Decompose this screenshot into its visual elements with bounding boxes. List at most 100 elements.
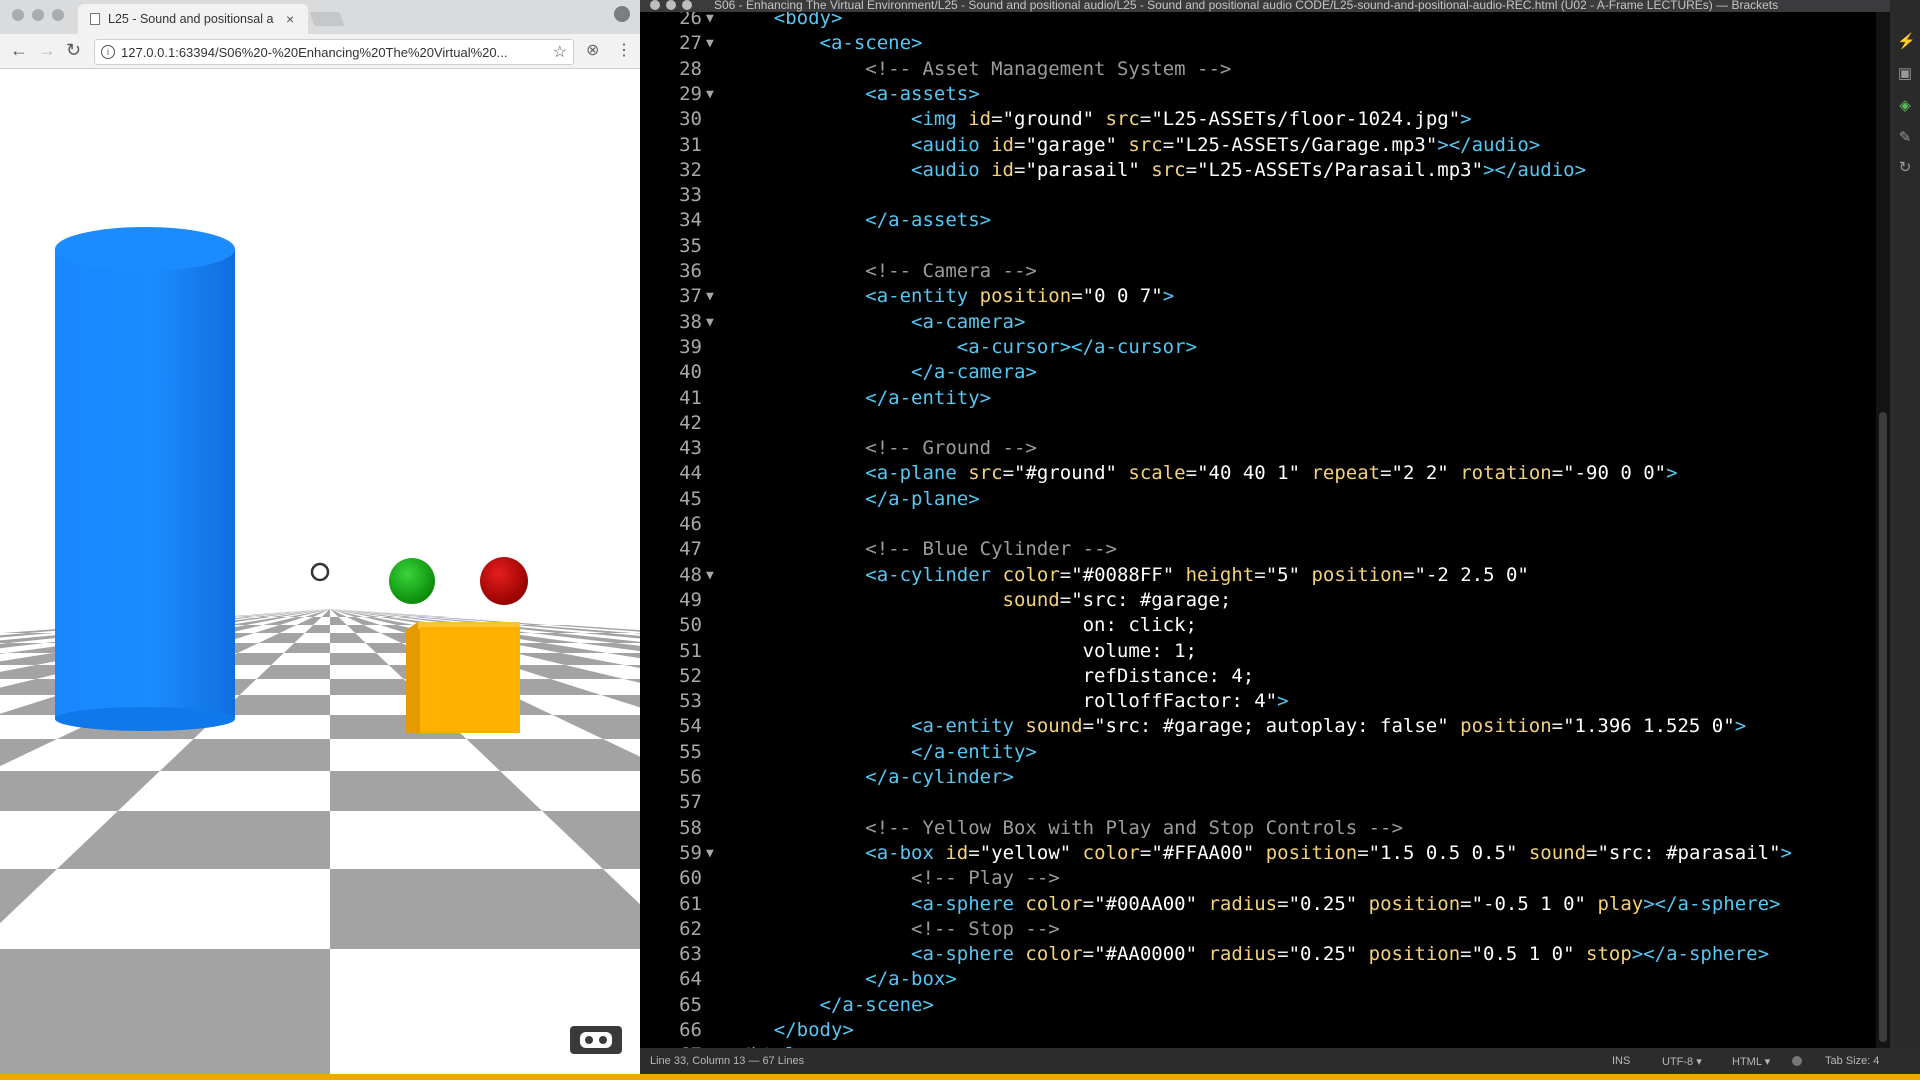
code-line[interactable]: 50 on: click; [640, 613, 1876, 638]
lint-status-icon[interactable] [1792, 1056, 1802, 1066]
code-line[interactable]: 62 <!-- Stop --> [640, 917, 1876, 942]
back-button[interactable]: ← [10, 40, 28, 61]
url-text[interactable]: 127.0.0.1:63394/S06%20-%20Enhancing%20Th… [121, 45, 551, 60]
close-window-button[interactable] [12, 9, 24, 21]
tab-close-icon[interactable]: × [286, 11, 294, 27]
code-line[interactable]: 63 <a-sphere color="#AA0000" radius="0.2… [640, 942, 1876, 967]
code-line[interactable]: 28 <!-- Asset Management System --> [640, 57, 1876, 82]
code-line[interactable]: 31 <audio id="garage" src="L25-ASSETs/Ga… [640, 133, 1876, 158]
address-bar[interactable]: i 127.0.0.1:63394/S06%20-%20Enhancing%20… [94, 39, 574, 65]
forward-button[interactable]: → [38, 40, 56, 61]
insert-mode[interactable]: INS [1612, 1055, 1630, 1067]
linter-icon[interactable]: ✎ [1897, 130, 1913, 146]
extension-manager-icon[interactable]: ▣ [1897, 66, 1913, 82]
code-line[interactable]: 37 ▼ <a-entity position="0 0 7"> [640, 284, 1876, 309]
code-line[interactable]: 52 refDistance: 4; [640, 664, 1876, 689]
aframe-scene-viewport[interactable] [0, 69, 640, 1080]
vr-goggles-icon[interactable] [570, 1026, 622, 1054]
code-line[interactable]: 42 [640, 411, 1876, 436]
code-line[interactable]: 55 </a-entity> [640, 740, 1876, 765]
play-sphere[interactable] [389, 558, 435, 604]
star-icon[interactable]: ☆ [553, 42, 567, 62]
blue-cylinder[interactable] [55, 227, 235, 731]
code-line[interactable]: 29 ▼ <a-assets> [640, 82, 1876, 107]
code-token: id [991, 158, 1014, 181]
code-line[interactable]: 54 <a-entity sound="src: #garage; autopl… [640, 714, 1876, 739]
code-line[interactable]: 35 [640, 234, 1876, 259]
code-line[interactable]: 65 </a-scene> [640, 993, 1876, 1018]
line-number: 66 [679, 1019, 702, 1041]
line-content: <a-entity sound="src: #garage; autoplay:… [728, 714, 1746, 739]
code-line[interactable]: 32 <audio id="parasail" src="L25-ASSETs/… [640, 158, 1876, 183]
code-line[interactable]: 39 <a-cursor></a-cursor> [640, 335, 1876, 360]
live-preview-icon[interactable]: ⚡ [1897, 34, 1916, 50]
code-line[interactable]: 66 </body> [640, 1018, 1876, 1043]
code-line[interactable]: 53 rolloffFactor: 4"> [640, 689, 1876, 714]
git-icon[interactable]: ◈ [1897, 98, 1913, 114]
fold-arrow-icon[interactable]: ▼ [706, 82, 714, 107]
editor-close-button[interactable] [650, 0, 660, 10]
profile-icon[interactable] [614, 6, 630, 22]
vertical-scrollbar[interactable] [1876, 12, 1890, 1048]
code-line[interactable]: 48 ▼ <a-cylinder color="#0088FF" height="… [640, 563, 1876, 588]
info-icon[interactable]: i [101, 45, 115, 59]
browser-tab[interactable]: L25 - Sound and positionsal a × [78, 4, 308, 34]
code-line[interactable]: 49 sound="src: #garage; [640, 588, 1876, 613]
line-content: </a-scene> [728, 993, 934, 1018]
fold-arrow-icon[interactable]: ▼ [706, 31, 714, 56]
code-line[interactable]: 47 <!-- Blue Cylinder --> [640, 537, 1876, 562]
yellow-box[interactable] [406, 622, 520, 733]
code-area[interactable]: 26 ▼ <body> 27 ▼ <a-scene> 28 <!-- Asset Man… [640, 12, 1876, 1048]
editor-minimize-button[interactable] [666, 0, 676, 10]
code-token: "parasail" [1025, 158, 1152, 181]
code-line[interactable]: 61 <a-sphere color="#00AA00" radius="0.2… [640, 892, 1876, 917]
code-token: <a-sphere [911, 943, 1026, 966]
fold-arrow-icon[interactable]: ▼ [706, 841, 714, 866]
fold-arrow-icon[interactable]: ▼ [706, 12, 714, 31]
sync-icon[interactable]: ↻ [1897, 160, 1913, 176]
menu-icon[interactable]: ⋮ [616, 40, 632, 60]
editor-maximize-button[interactable] [682, 0, 692, 10]
fold-arrow-icon[interactable]: ▼ [706, 284, 714, 309]
code-line[interactable]: 27 ▼ <a-scene> [640, 31, 1876, 56]
code-line[interactable]: 56 </a-cylinder> [640, 765, 1876, 790]
code-line[interactable]: 44 <a-plane src="#ground" scale="40 40 1… [640, 461, 1876, 486]
line-number: 37 [679, 285, 702, 308]
tab-size[interactable]: Tab Size: 4 [1825, 1055, 1879, 1067]
code-line[interactable]: 30 <img id="ground" src="L25-ASSETs/floo… [640, 107, 1876, 132]
code-line[interactable]: 57 [640, 790, 1876, 815]
code-token: = [1082, 943, 1095, 966]
fold-arrow-icon[interactable]: ▼ [706, 563, 714, 588]
fold-arrow-icon[interactable]: ▼ [706, 310, 714, 335]
code-line[interactable]: 51 volume: 1; [640, 639, 1876, 664]
code-line[interactable]: 60 <!-- Play --> [640, 866, 1876, 891]
code-line[interactable]: 26 ▼ <body> [640, 12, 1876, 31]
code-line[interactable]: 46 [640, 512, 1876, 537]
language-select[interactable]: HTML ▾ [1732, 1055, 1770, 1068]
extension-icon[interactable]: ⊗ [586, 40, 599, 60]
minimize-window-button[interactable] [32, 9, 44, 21]
scrollbar-thumb[interactable] [1879, 412, 1887, 1042]
code-line[interactable]: 58 <!-- Yellow Box with Play and Stop Co… [640, 816, 1876, 841]
code-line[interactable]: 43 <!-- Ground --> [640, 436, 1876, 461]
code-line[interactable]: 33 [640, 183, 1876, 208]
code-line[interactable]: 41 </a-entity> [640, 386, 1876, 411]
scene-canvas[interactable] [0, 69, 640, 1080]
code-line[interactable]: 34 </a-assets> [640, 208, 1876, 233]
code-line[interactable]: 36 <!-- Camera --> [640, 259, 1876, 284]
code-token: = [1082, 892, 1095, 915]
line-content: <audio id="garage" src="L25-ASSETs/Garag… [728, 133, 1540, 158]
encoding-select[interactable]: UTF-8 ▾ [1662, 1055, 1702, 1068]
code-line[interactable]: 64 </a-box> [640, 967, 1876, 992]
code-line[interactable]: 45 </a-plane> [640, 487, 1876, 512]
code-line[interactable]: 38 ▼ <a-camera> [640, 310, 1876, 335]
code-token: volume: 1; [1082, 639, 1197, 662]
code-line[interactable]: 40 </a-camera> [640, 360, 1876, 385]
new-tab-button[interactable] [309, 12, 345, 26]
code-line[interactable]: 59 ▼ <a-box id="yellow" color="#FFAA00" p… [640, 841, 1876, 866]
reload-button[interactable]: ↻ [66, 40, 81, 61]
code-token: color [1025, 892, 1083, 915]
code-token: = [1551, 462, 1564, 485]
maximize-window-button[interactable] [52, 9, 64, 21]
stop-sphere[interactable] [480, 557, 528, 605]
